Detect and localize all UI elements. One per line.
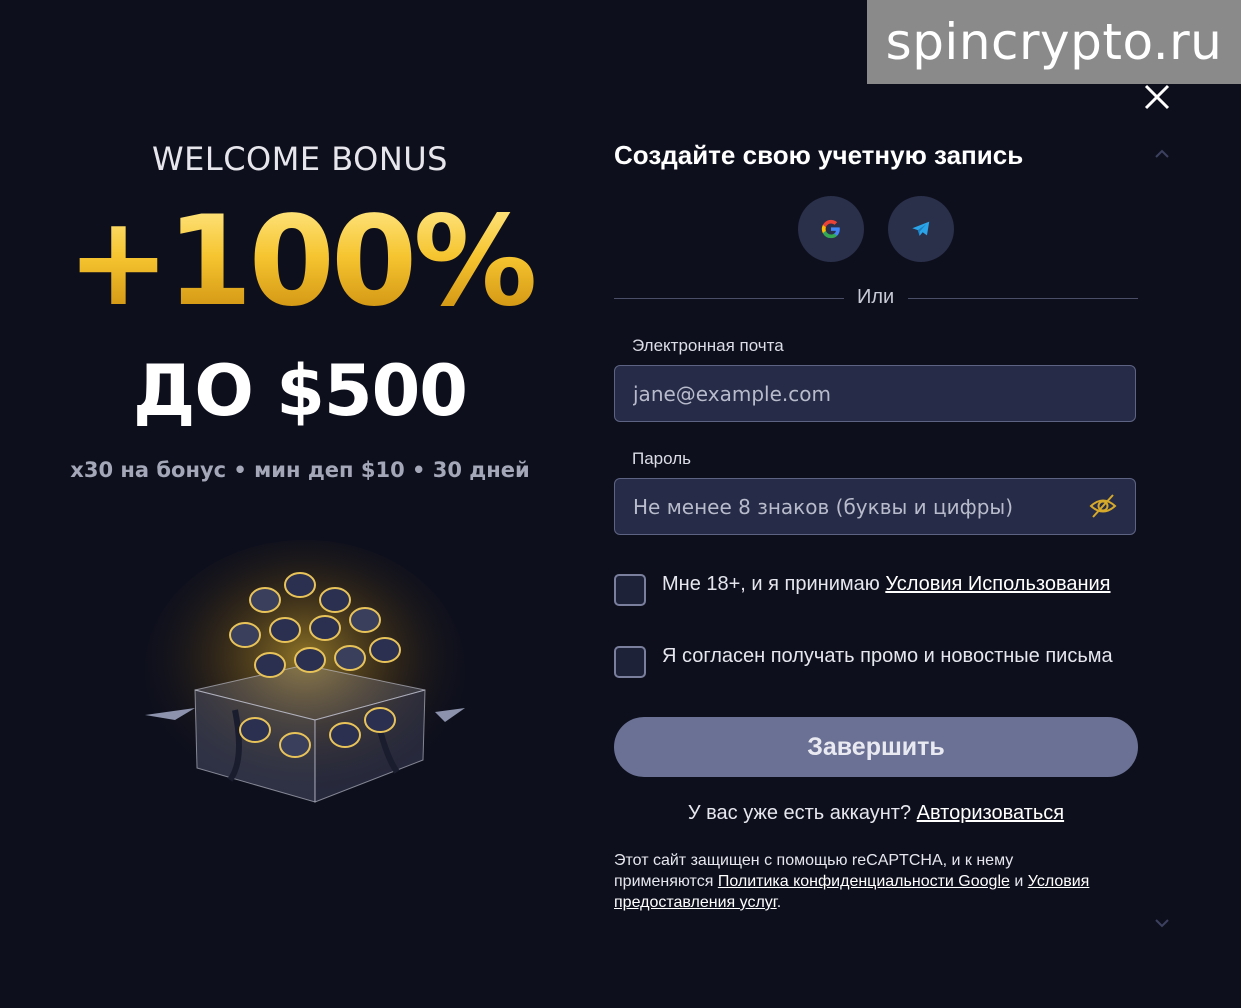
treasure-chest-image — [145, 540, 465, 803]
privacy-policy-link[interactable]: Политика конфиденциальности Google — [718, 873, 1010, 890]
recaptcha-end: . — [776, 894, 782, 911]
age-checkbox[interactable] — [614, 574, 646, 606]
login-link[interactable]: Авторизоваться — [917, 802, 1064, 824]
form-title: Создайте свою учетную запись — [614, 140, 1024, 170]
coin-shape — [279, 732, 311, 758]
welcome-heading: WELCOME BONUS — [152, 140, 448, 178]
watermark: spincrypto.ru — [867, 0, 1241, 84]
recaptcha-and: и — [1014, 873, 1024, 890]
email-label: Электронная почта — [632, 336, 784, 355]
coin-shape — [319, 587, 351, 613]
coin-shape — [349, 607, 381, 633]
submit-button[interactable]: Завершить — [614, 717, 1138, 777]
have-account-text: У вас уже есть аккаунт? — [687, 802, 912, 824]
coin-shape — [364, 707, 396, 733]
bonus-percent: +100% — [40, 200, 560, 324]
promo-checkbox[interactable] — [614, 646, 646, 678]
coin-shape — [239, 717, 271, 743]
coin-shape — [249, 587, 281, 613]
bonus-terms: x30 на бонус • мин деп $10 • 30 дней — [70, 458, 530, 482]
age-consent-label: Мне 18+, и я принимаю — [662, 573, 880, 595]
coin-shape — [369, 637, 401, 663]
divider-right — [908, 298, 1138, 299]
coin-shape — [294, 647, 326, 673]
terms-of-use-link[interactable]: Условия Использования — [885, 573, 1110, 595]
bonus-amount: ДО $500 — [132, 350, 468, 432]
recaptcha-notice: Этот сайт защищен с помощью reCAPTCHA, и… — [614, 850, 1094, 913]
close-icon[interactable] — [1140, 80, 1174, 114]
scroll-up-icon[interactable] — [1154, 147, 1170, 159]
coin-shape — [229, 622, 261, 648]
coin-shape — [329, 722, 361, 748]
password-field[interactable] — [614, 478, 1136, 535]
age-consent-text: Мне 18+, и я принимаю Условия Использова… — [662, 573, 1111, 596]
scroll-down-icon[interactable] — [1154, 918, 1170, 930]
promo-consent-text: Я согласен получать промо и новостные пи… — [662, 645, 1113, 667]
google-icon — [821, 219, 840, 239]
divider-left — [614, 298, 844, 299]
password-label: Пароль — [632, 449, 691, 468]
coin-shape — [309, 615, 341, 641]
login-prompt: У вас уже есть аккаунт? Авторизоваться — [614, 802, 1138, 825]
coin-shape — [254, 652, 286, 678]
telegram-icon — [912, 221, 930, 236]
promo-panel: WELCOME BONUS +100% ДО $500 x30 на бонус… — [40, 130, 560, 482]
eye-off-icon[interactable] — [1088, 491, 1118, 521]
google-login-button[interactable] — [798, 196, 864, 262]
or-label: Или — [857, 286, 895, 308]
email-field[interactable] — [614, 365, 1136, 422]
telegram-login-button[interactable] — [888, 196, 954, 262]
coin-shape — [269, 617, 301, 643]
coin-shape — [334, 645, 366, 671]
coin-shape — [284, 572, 316, 598]
